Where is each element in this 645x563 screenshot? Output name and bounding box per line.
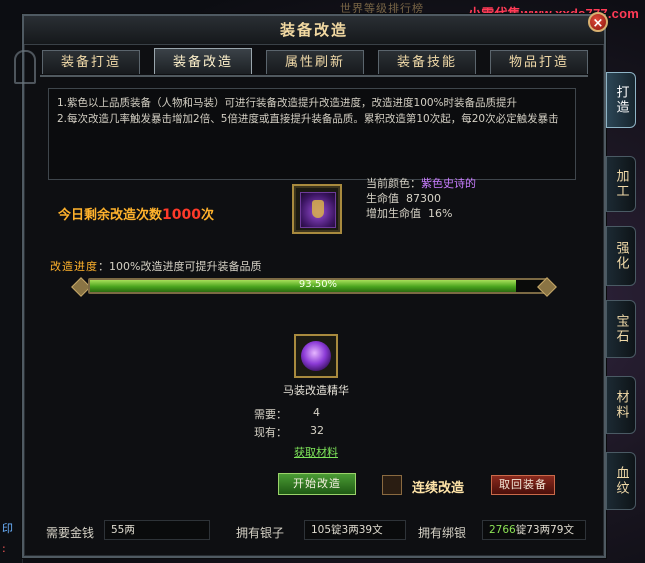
left-chat-strip: 印 : (0, 30, 23, 563)
hp-value: 87300 (406, 192, 441, 205)
equipment-info: 当前颜色：紫色史诗的 生命值 87300 增加生命值 16% (366, 176, 476, 221)
progress-hint: ：100%改造进度可提升装备品质 (98, 260, 262, 273)
hp-bonus-label: 增加生命值 (366, 207, 421, 220)
remaining-attempts: 今日剩余改造次数1000次 (58, 204, 214, 223)
bound-silver-ingots: 2766 (489, 524, 516, 536)
tab-equip-modify[interactable]: 装备改造 (154, 48, 252, 74)
purple-essence-orb-icon (301, 341, 331, 371)
tab-attribute-refresh[interactable]: 属性刷新 (266, 50, 364, 74)
progress-key: 改造进度 (50, 260, 98, 273)
color-label: 当前颜色： (366, 177, 421, 190)
tab-equip-forge[interactable]: 装备打造 (42, 50, 140, 74)
description-box: 1.紫色以上品质装备（人物和马装）可进行装备改造提升改造进度，改造进度100%时… (48, 88, 576, 180)
equipment-slot[interactable] (292, 184, 342, 234)
have-value: 32 (310, 424, 324, 437)
currency-footer: 需要金钱 55两 拥有银子 105锭3两39文 拥有绑银 2766锭73两79文 (24, 516, 604, 548)
side-tab-forge[interactable]: 打造 (606, 72, 636, 128)
window-title: 装备改造 (279, 21, 348, 39)
chat-fragment: : (2, 542, 6, 555)
gold-value: 55两 (104, 520, 210, 540)
remaining-count: 1000 (162, 207, 201, 223)
hp-bonus-value: 16% (428, 207, 453, 220)
progress-bar: 93.50% (88, 278, 548, 294)
bound-silver-rest: 锭73两79文 (515, 524, 574, 536)
remaining-label: 今日剩余改造次数 (58, 208, 163, 223)
side-tab-bloodline[interactable]: 血纹 (606, 452, 636, 510)
continuous-modify-label: 连续改造 (412, 481, 465, 496)
side-tab-enhance[interactable]: 强化 (606, 226, 636, 286)
material-slot[interactable] (294, 334, 338, 378)
tab-item-forge[interactable]: 物品打造 (490, 50, 588, 74)
need-value: 4 (313, 406, 320, 419)
description-line-1: 1.紫色以上品质装备（人物和马装）可进行装备改造提升改造进度，改造进度100%时… (57, 97, 518, 109)
bound-silver-value: 2766锭73两79文 (482, 520, 586, 540)
retrieve-equipment-button[interactable]: 取回装备 (491, 475, 555, 495)
tab-divider (40, 75, 588, 77)
title-bar[interactable]: 装备改造 (24, 16, 604, 45)
bound-silver-label: 拥有绑银 (418, 526, 467, 540)
tab-equip-skill[interactable]: 装备技能 (378, 50, 476, 74)
purple-mount-armor-icon (300, 192, 336, 228)
progress-caption: 改造进度：100%改造进度可提升装备品质 (50, 258, 261, 274)
progress-percent: 93.50% (298, 279, 338, 290)
material-name: 马装改造精华 (283, 384, 349, 397)
start-modify-button[interactable]: 开始改造 (278, 473, 356, 495)
silver-label: 拥有银子 (236, 526, 285, 540)
chat-fragment: 印 (2, 522, 13, 535)
silver-value: 105锭3两39文 (304, 520, 406, 540)
equipment-modify-window: 装备改造 装备打造 装备改造 属性刷新 装备技能 物品打造 1.紫色以上品质装备… (14, 14, 606, 558)
description-line-2: 2.每次改造几率触发暴击增加2倍、5倍进度或直接提升装备品质。累积改造第10次起… (57, 113, 559, 125)
close-button[interactable]: × (588, 12, 608, 32)
left-ornament (14, 50, 36, 84)
continuous-modify-checkbox[interactable] (382, 475, 402, 495)
get-material-link[interactable]: 获取材料 (294, 444, 338, 460)
hp-label: 生命值 (366, 192, 399, 205)
side-tab-material[interactable]: 材料 (606, 376, 636, 434)
color-value: 紫色史诗的 (421, 177, 476, 190)
side-tab-process[interactable]: 加工 (606, 156, 636, 212)
remaining-unit: 次 (200, 208, 214, 223)
gold-label: 需要金钱 (46, 526, 95, 540)
side-tab-gem[interactable]: 宝石 (606, 300, 636, 358)
need-label: 需要： (254, 408, 287, 421)
have-label: 现有： (254, 426, 287, 439)
